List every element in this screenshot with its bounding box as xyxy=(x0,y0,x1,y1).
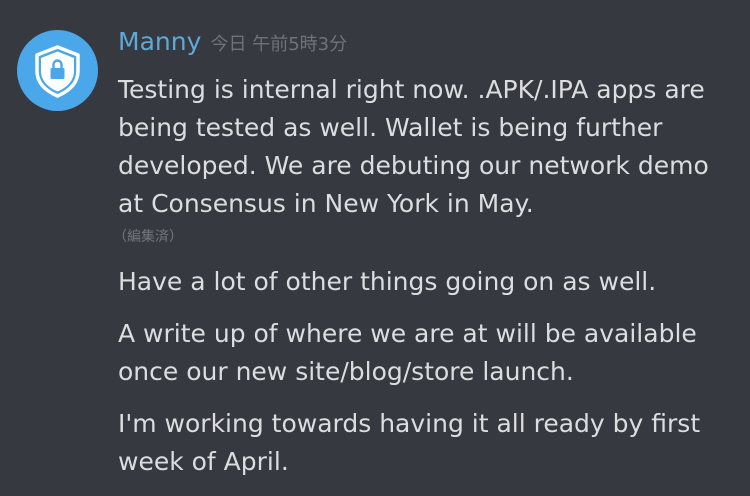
message-line: developed. We are debuting our network d… xyxy=(118,151,709,180)
message-line: at Consensus in New York in May. xyxy=(118,189,534,218)
timestamp: 今日 午前5時3分 xyxy=(210,34,348,55)
shield-lock-icon xyxy=(35,45,80,98)
message-line: once our new site/blog/store launch. xyxy=(118,357,574,386)
avatar[interactable] xyxy=(17,30,98,111)
message-header: Manny 今日 午前5時3分 xyxy=(118,27,347,56)
chat-message-group: Manny 今日 午前5時3分 Testing is internal righ… xyxy=(0,0,750,496)
message-text: A write up of where we are at will be av… xyxy=(118,315,733,391)
message-line: Have a lot of other things going on as w… xyxy=(118,267,657,296)
message-line: I'm working towards having it all ready … xyxy=(118,409,701,438)
message-text: I'm working towards having it all ready … xyxy=(118,405,733,481)
message-text: Have a lot of other things going on as w… xyxy=(118,263,733,301)
username[interactable]: Manny xyxy=(118,27,201,56)
message-text: Testing is internal right now. .APK/.IPA… xyxy=(118,71,733,223)
message-line: A write up of where we are at will be av… xyxy=(118,319,697,348)
edited-indicator: （編集済） xyxy=(113,229,183,245)
message-line: being tested as well. Wallet is being fu… xyxy=(118,113,663,142)
message-line: week of April. xyxy=(118,447,289,476)
message-line: Testing is internal right now. .APK/.IPA… xyxy=(118,75,705,104)
